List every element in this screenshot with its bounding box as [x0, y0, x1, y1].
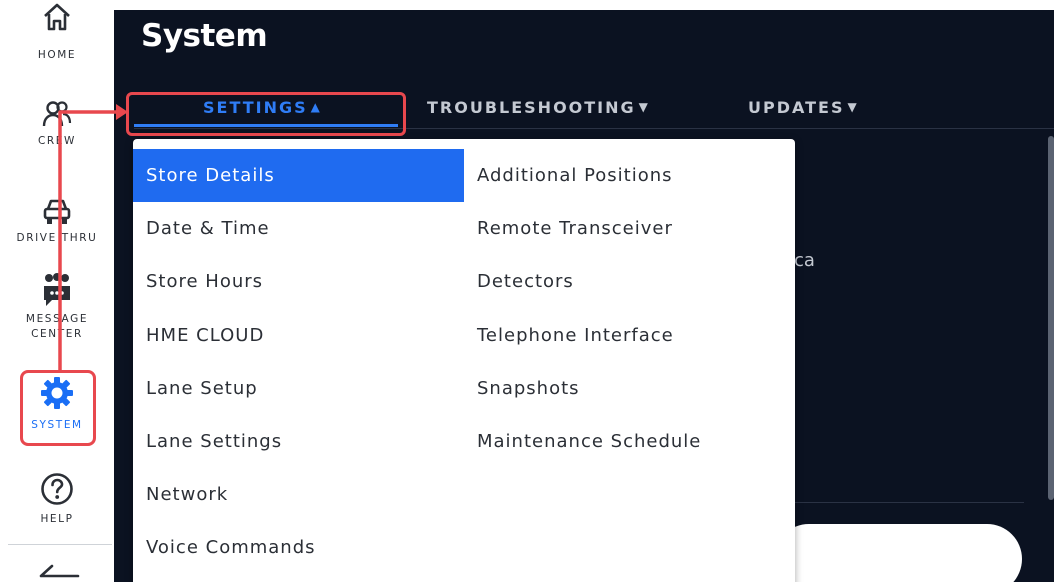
background-divider: [794, 502, 1024, 503]
menu-item-network[interactable]: Network: [133, 468, 464, 521]
tab-label: UPDATES: [748, 98, 845, 117]
menu-item-telephone-interface[interactable]: Telephone Interface: [464, 309, 795, 362]
settings-dropdown-menu: Store Details Date & Time Store Hours HM…: [133, 139, 795, 582]
background-text-fragment: ca: [794, 250, 815, 271]
dropdown-left-column: Store Details Date & Time Store Hours HM…: [133, 149, 464, 575]
sidebar-divider: [8, 544, 112, 545]
menu-item-remote-transceiver[interactable]: Remote Transceiver: [464, 202, 795, 255]
background-input-pill[interactable]: [774, 524, 1022, 582]
menu-item-additional-positions[interactable]: Additional Positions: [464, 149, 795, 202]
menu-item-maintenance-schedule[interactable]: Maintenance Schedule: [464, 415, 795, 468]
home-icon: [44, 3, 70, 31]
sidebar: HOME CREW DRIVE THRU MESSAGE CENTER SYST…: [0, 0, 114, 582]
menu-item-store-details[interactable]: Store Details: [133, 149, 464, 203]
menu-item-snapshots[interactable]: Snapshots: [464, 362, 795, 415]
menu-item-hme-cloud[interactable]: HME CLOUD: [133, 309, 464, 362]
sidebar-item-help[interactable]: HELP: [0, 472, 114, 527]
system-highlight-box: [20, 370, 96, 446]
sidebar-item-drive-thru[interactable]: DRIVE THRU: [0, 196, 114, 246]
menu-item-detectors[interactable]: Detectors: [464, 255, 795, 308]
page-title: System: [141, 18, 268, 54]
message-center-icon: [44, 273, 70, 306]
back-arrow-icon[interactable]: [38, 562, 80, 582]
sidebar-item-label: HOME: [37, 49, 77, 61]
menu-item-lane-settings[interactable]: Lane Settings: [133, 415, 464, 468]
sidebar-item-label: MESSAGE CENTER: [25, 313, 89, 340]
menu-item-date-time[interactable]: Date & Time: [133, 202, 464, 255]
chevron-down-icon: ▼: [847, 100, 859, 114]
chevron-down-icon: ▼: [638, 100, 650, 114]
tab-troubleshooting[interactable]: TROUBLESHOOTING ▼: [427, 98, 650, 117]
sidebar-item-label: CREW: [37, 135, 77, 147]
sidebar-item-crew[interactable]: CREW: [0, 100, 114, 149]
scrollbar[interactable]: [1048, 136, 1054, 500]
menu-item-voice-commands[interactable]: Voice Commands: [133, 521, 464, 574]
menu-item-lane-setup[interactable]: Lane Setup: [133, 362, 464, 415]
tab-label: TROUBLESHOOTING: [427, 98, 636, 117]
sidebar-item-home[interactable]: HOME: [0, 2, 114, 63]
dropdown-right-column: Additional Positions Remote Transceiver …: [464, 149, 795, 468]
tab-updates[interactable]: UPDATES ▼: [748, 98, 859, 117]
help-icon: [41, 473, 73, 505]
car-icon: [43, 199, 71, 224]
menu-item-store-hours[interactable]: Store Hours: [133, 255, 464, 308]
settings-highlight-box: [126, 92, 406, 136]
sidebar-item-label: DRIVE THRU: [16, 232, 98, 244]
sidebar-item-message-center[interactable]: MESSAGE CENTER: [0, 272, 114, 342]
sidebar-item-label: HELP: [40, 513, 74, 525]
crew-icon: [42, 101, 72, 127]
